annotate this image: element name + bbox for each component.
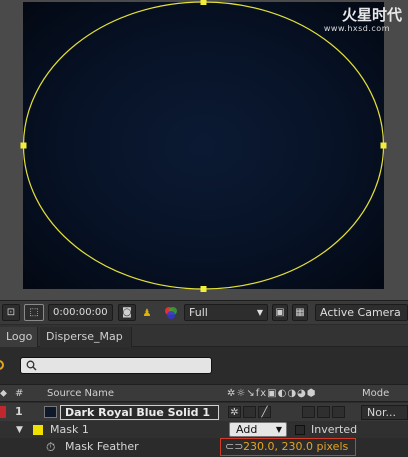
tag-icon: ⬥ bbox=[0, 388, 7, 399]
snapshot-camera-icon[interactable]: ◙ bbox=[118, 304, 136, 321]
switches-header-icons: ✲☼↘fx▣◐◑◕⬢ bbox=[227, 388, 317, 399]
shy-switch-icon[interactable]: ✲ bbox=[228, 406, 241, 418]
inverted-checkbox[interactable] bbox=[295, 425, 305, 435]
adjustment-layer-switch[interactable] bbox=[317, 406, 330, 418]
twirl-down-icon[interactable]: ▼ bbox=[16, 421, 23, 439]
channel-rgb-icon[interactable] bbox=[162, 305, 180, 321]
mask-feather-row[interactable]: ⏱ Mask Feather ⊂⊃ 230.0, 230.0 pixels bbox=[0, 438, 408, 457]
3d-layer-switch[interactable] bbox=[332, 406, 345, 418]
mask-path-overlay[interactable] bbox=[0, 0, 408, 300]
constrain-proportions-link-icon[interactable]: ⊂⊃ bbox=[225, 439, 243, 455]
resolution-dropdown[interactable]: Full ▼ bbox=[184, 304, 268, 321]
search-icon bbox=[26, 360, 37, 371]
timeline-tabbar: Logo Disperse_Map bbox=[0, 325, 408, 347]
mode-header[interactable]: Mode bbox=[362, 385, 389, 402]
mask-feather-value[interactable]: ⊂⊃ 230.0, 230.0 pixels bbox=[220, 438, 356, 456]
layer-source-thumbnail bbox=[44, 406, 57, 418]
layer-number-header: # bbox=[15, 388, 24, 399]
mask-ellipse[interactable] bbox=[22, 1, 385, 290]
show-snapshot-icon[interactable]: ♟ bbox=[140, 305, 154, 321]
viewer-toolbar: ⊡ ⬚ 0:00:00:00 ◙ ♟ Full ▼ ▣ ▦ Active Cam… bbox=[0, 300, 408, 324]
safe-margins-icon[interactable]: ⬚ bbox=[24, 304, 44, 321]
transparency-grid-icon[interactable]: ▦ bbox=[292, 304, 308, 321]
chevron-down-icon: ▼ bbox=[275, 425, 282, 434]
stopwatch-icon[interactable]: ⏱ bbox=[46, 438, 55, 456]
active-camera-dropdown[interactable]: Active Camera bbox=[315, 304, 408, 321]
source-name-header[interactable]: Source Name bbox=[47, 385, 114, 402]
watermark-logo: 火星时代 bbox=[341, 6, 402, 24]
composition-viewer[interactable]: 火星时代 www.hxsd.com bbox=[0, 0, 408, 300]
motion-blur-switch[interactable] bbox=[302, 406, 315, 418]
inverted-label: Inverted bbox=[311, 423, 358, 436]
quality-switch-icon[interactable]: ╱ bbox=[258, 406, 271, 418]
tab-disperse-map[interactable]: Disperse_Map bbox=[40, 327, 132, 347]
mask-vertex-top[interactable] bbox=[200, 0, 207, 5]
layer-number: 1 bbox=[15, 405, 23, 418]
mask-feather-label: Mask Feather bbox=[65, 440, 139, 453]
mask-mode-label: Add bbox=[236, 423, 258, 436]
mask-mode-dropdown[interactable]: Add ▼ bbox=[229, 422, 287, 437]
mask-vertex-bottom[interactable] bbox=[200, 286, 207, 292]
collapse-switch[interactable] bbox=[243, 406, 256, 418]
region-of-interest-icon[interactable]: ⊡ bbox=[2, 304, 20, 321]
region-icon[interactable]: ▣ bbox=[272, 304, 288, 321]
mask-vertex-left[interactable] bbox=[20, 142, 27, 149]
chevron-down-icon: ▼ bbox=[256, 308, 263, 317]
current-time-indicator-icon bbox=[0, 360, 4, 370]
current-time-display[interactable]: 0:00:00:00 bbox=[48, 304, 113, 321]
mask-color-swatch[interactable] bbox=[33, 425, 43, 435]
tab-logo[interactable]: Logo bbox=[0, 327, 38, 347]
label-color-swatch[interactable] bbox=[0, 406, 6, 418]
watermark-url: www.hxsd.com bbox=[323, 24, 390, 33]
mask-row[interactable]: ▼ Mask 1 Add ▼ Inverted bbox=[0, 421, 408, 439]
timeline-search-row bbox=[0, 348, 408, 383]
search-input[interactable] bbox=[20, 357, 212, 374]
timeline-column-header: ⬥ # Source Name ✲☼↘fx▣◐◑◕⬢ Mode bbox=[0, 384, 408, 402]
layer-name[interactable]: Dark Royal Blue Solid 1 bbox=[60, 405, 219, 420]
layer-row[interactable]: 1 Dark Royal Blue Solid 1 ✲ ╱ Nor... bbox=[0, 403, 408, 421]
mask-name[interactable]: Mask 1 bbox=[50, 421, 89, 439]
mask-vertex-right[interactable] bbox=[380, 142, 387, 149]
blend-mode-dropdown[interactable]: Nor... bbox=[361, 405, 408, 420]
mask-feather-value-text[interactable]: 230.0, 230.0 pixels bbox=[243, 440, 348, 453]
resolution-label: Full bbox=[189, 306, 208, 319]
